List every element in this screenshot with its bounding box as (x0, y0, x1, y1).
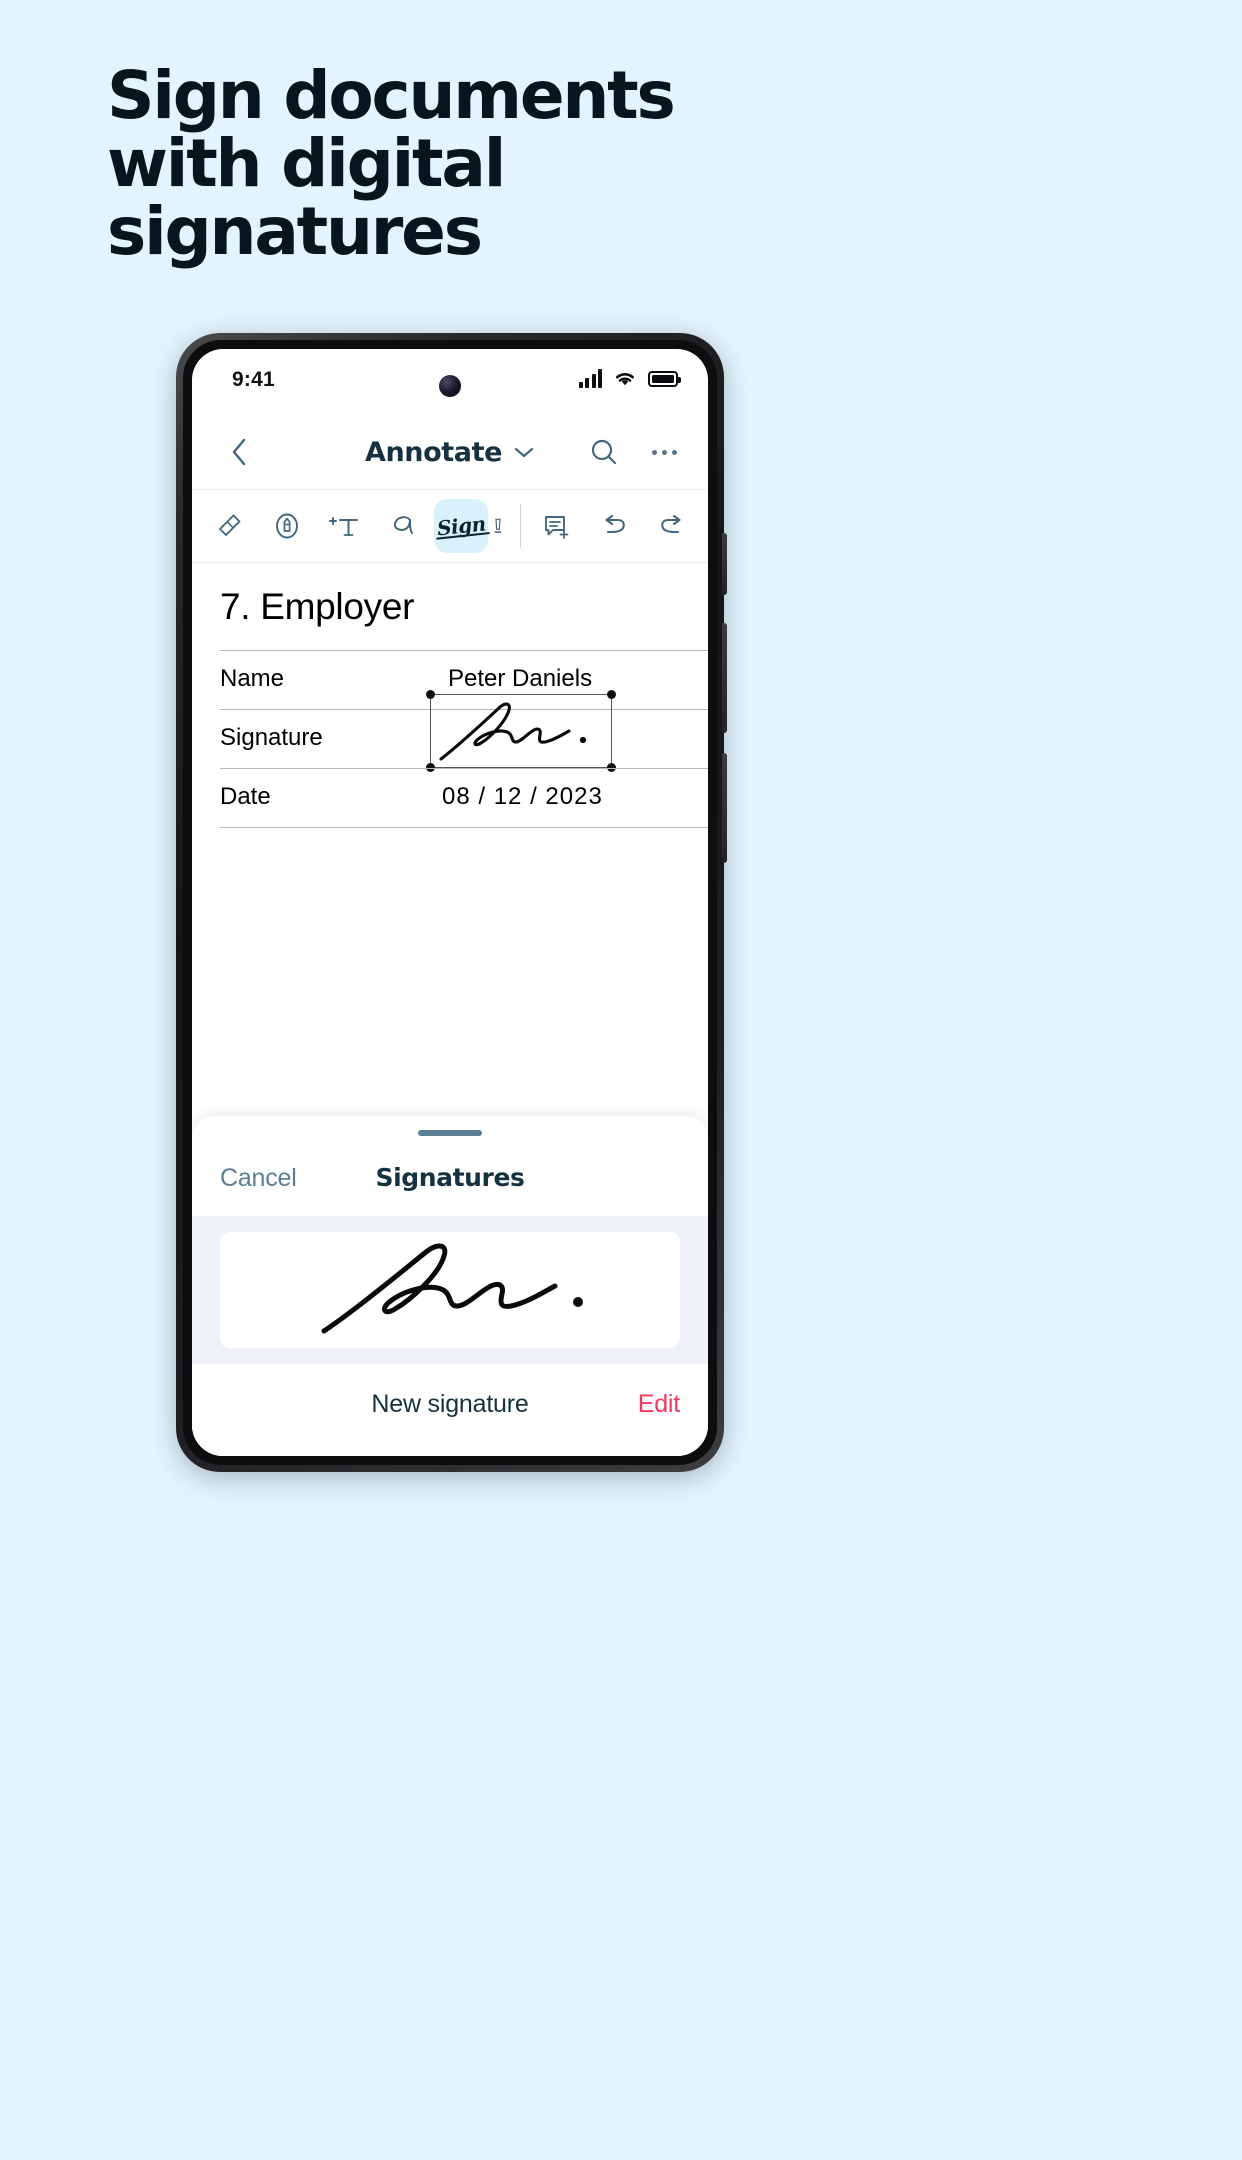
toolbar-divider (520, 504, 521, 548)
add-text-icon (329, 517, 358, 536)
status-bar-icons (578, 369, 681, 388)
phone-volume-up-button[interactable] (722, 623, 727, 733)
undo-icon (605, 514, 625, 534)
signatures-bottom-sheet: Cancel Signatures New signature Edit (192, 1116, 708, 1456)
document-row-signature: Signature (220, 690, 708, 772)
tool-redo[interactable] (645, 499, 699, 553)
more-options-button[interactable] (642, 430, 686, 474)
tool-eraser[interactable] (202, 499, 256, 553)
annotation-toolbar: Sign (192, 489, 708, 563)
tool-add-text[interactable] (318, 499, 372, 553)
headline-line-2: with digital (107, 125, 506, 202)
saved-signature-ink (321, 1243, 583, 1334)
signal-bars-icon (578, 369, 602, 388)
front-camera-punch-hole (439, 375, 461, 397)
saved-signatures-list (192, 1216, 708, 1364)
saved-signature-item[interactable] (220, 1232, 680, 1348)
app-nav-bar: Annotate (192, 415, 708, 489)
search-icon (591, 439, 617, 465)
eraser-icon (219, 514, 241, 536)
marketing-headline: Sign documents with digital signatures (107, 62, 867, 266)
document-section: 7. Employer Name Peter Daniels Signature (220, 586, 708, 828)
status-bar: 9:41 (192, 349, 708, 415)
headline-line-3: signatures (107, 193, 483, 270)
new-signature-button[interactable]: New signature (192, 1390, 708, 1419)
document-row-date: Date 08 / 12 / 2023 (220, 768, 708, 828)
search-button[interactable] (582, 430, 626, 474)
tool-sign[interactable]: Sign (434, 499, 488, 553)
page-title: Annotate (364, 436, 503, 468)
status-bar-time: 9:41 (232, 368, 275, 391)
tool-add-comment[interactable] (529, 499, 583, 553)
sheet-header: Cancel Signatures (192, 1150, 708, 1212)
field-label-name: Name (220, 665, 285, 692)
headline-line-1: Sign documents (107, 57, 676, 134)
sheet-footer: New signature Edit (192, 1364, 708, 1456)
sheet-title: Signatures (375, 1163, 525, 1192)
tool-ink-pen[interactable] (260, 499, 314, 553)
sign-icon: Sign (435, 511, 487, 541)
chevron-down-icon[interactable] (513, 445, 535, 459)
nav-actions (582, 430, 686, 474)
field-value-name: Peter Daniels (448, 665, 593, 692)
document-heading: 7. Employer (220, 586, 415, 627)
freehand-icon (393, 516, 413, 534)
placed-signature-ink (439, 702, 587, 761)
more-horizontal-icon (651, 449, 677, 455)
battery-icon (648, 370, 681, 387)
comment-add-icon (545, 516, 569, 539)
phone-screen: 9:41 Annotate Sign 7. Employer Name Pete… (192, 349, 708, 1456)
tool-freehand-draw[interactable] (376, 499, 430, 553)
wifi-icon (616, 372, 634, 386)
tool-undo[interactable] (587, 499, 641, 553)
phone-side-button-top[interactable] (722, 533, 727, 595)
field-label-signature: Signature (220, 724, 323, 751)
field-label-date: Date (220, 783, 271, 810)
sheet-grabber[interactable] (418, 1130, 482, 1136)
phone-mockup: 9:41 Annotate Sign 7. Employer Name Pete… (176, 333, 727, 1472)
pen-circle-icon (276, 513, 298, 539)
highlight-icon (494, 518, 502, 533)
edit-button[interactable]: Edit (638, 1390, 680, 1419)
phone-volume-down-button[interactable] (722, 753, 727, 863)
placed-signature-selection[interactable] (426, 690, 616, 772)
redo-icon (661, 514, 681, 534)
field-value-date: 08 / 12 / 2023 (442, 783, 603, 810)
tool-highlight[interactable] (492, 499, 512, 553)
phone-bezel: 9:41 Annotate Sign 7. Employer Name Pete… (183, 340, 717, 1465)
